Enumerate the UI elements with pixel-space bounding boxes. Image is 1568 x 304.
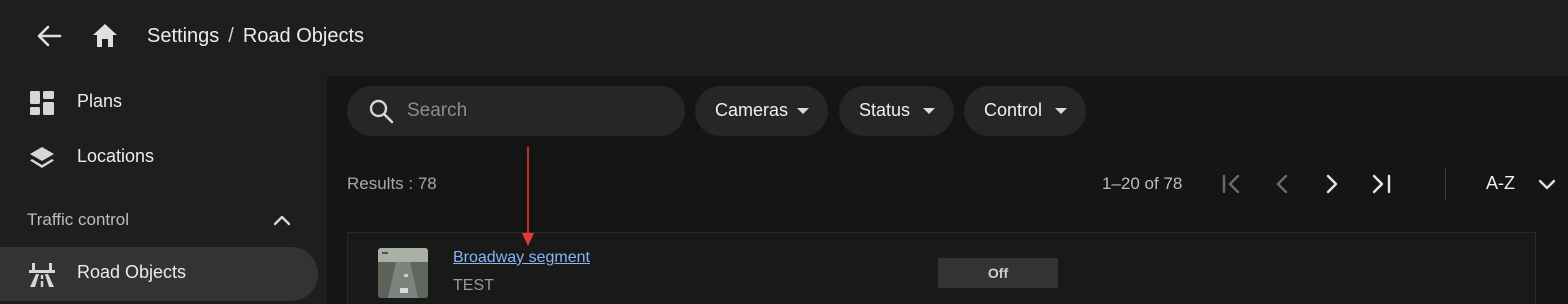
sidebar-item-label: Plans (77, 91, 123, 111)
annotation-arrow-icon (522, 147, 534, 246)
last-page-icon[interactable] (1368, 172, 1396, 196)
road-object-link[interactable]: Broadway segment (453, 249, 590, 267)
camera-thumbnail (378, 248, 428, 298)
sidebar-item-plans[interactable]: Plans (0, 76, 318, 130)
filter-label: Cameras (715, 100, 789, 120)
previous-page-icon[interactable] (1269, 172, 1297, 196)
filter-status[interactable]: Status (839, 86, 954, 136)
next-page-icon[interactable] (1318, 172, 1346, 196)
caret-down-icon (923, 108, 935, 114)
toolbar-divider (1445, 168, 1446, 200)
results-count: Results : 78 (347, 174, 437, 193)
sidebar: Plans Locations Traffic control Road Obj… (0, 76, 327, 304)
chevron-down-icon[interactable] (1535, 174, 1559, 194)
sidebar-item-road-objects[interactable]: Road Objects (0, 247, 318, 301)
caret-down-icon (1055, 108, 1067, 114)
chevron-up-icon[interactable] (270, 210, 294, 230)
breadcrumb: Settings / Road Objects (147, 25, 364, 48)
sidebar-section-label: Traffic control (27, 210, 130, 229)
search-icon (369, 99, 394, 124)
status-badge: Off (938, 258, 1058, 288)
main-panel: Cameras Status Control Results : 78 1–20… (327, 76, 1568, 304)
filter-cameras[interactable]: Cameras (695, 86, 828, 136)
sidebar-item-locations[interactable]: Locations (0, 131, 318, 185)
breadcrumb-separator: / (228, 25, 234, 47)
filter-control[interactable]: Control (964, 86, 1086, 136)
caret-down-icon (797, 108, 809, 114)
dashboard-icon (30, 91, 54, 115)
filter-label: Status (859, 100, 911, 120)
arrow-left-icon[interactable] (36, 24, 62, 48)
filter-label: Control (984, 100, 1043, 120)
sort-order[interactable]: A-Z (1486, 173, 1515, 194)
breadcrumb-parent[interactable]: Settings (147, 25, 219, 47)
sidebar-item-label: Road Objects (77, 262, 187, 282)
road-icon (29, 263, 55, 287)
sidebar-item-label: Locations (77, 146, 155, 166)
pagination-range: 1–20 of 78 (1102, 174, 1183, 193)
top-bar: Settings / Road Objects (0, 0, 1568, 76)
first-page-icon[interactable] (1218, 172, 1246, 196)
road-object-subtitle: TEST (453, 277, 494, 294)
breadcrumb-current: Road Objects (242, 25, 364, 47)
sidebar-section-traffic-control[interactable]: Traffic control (0, 200, 318, 240)
search-input[interactable] (407, 86, 667, 136)
home-icon[interactable] (91, 22, 119, 48)
search-box[interactable] (347, 86, 685, 136)
layers-icon (30, 147, 54, 168)
